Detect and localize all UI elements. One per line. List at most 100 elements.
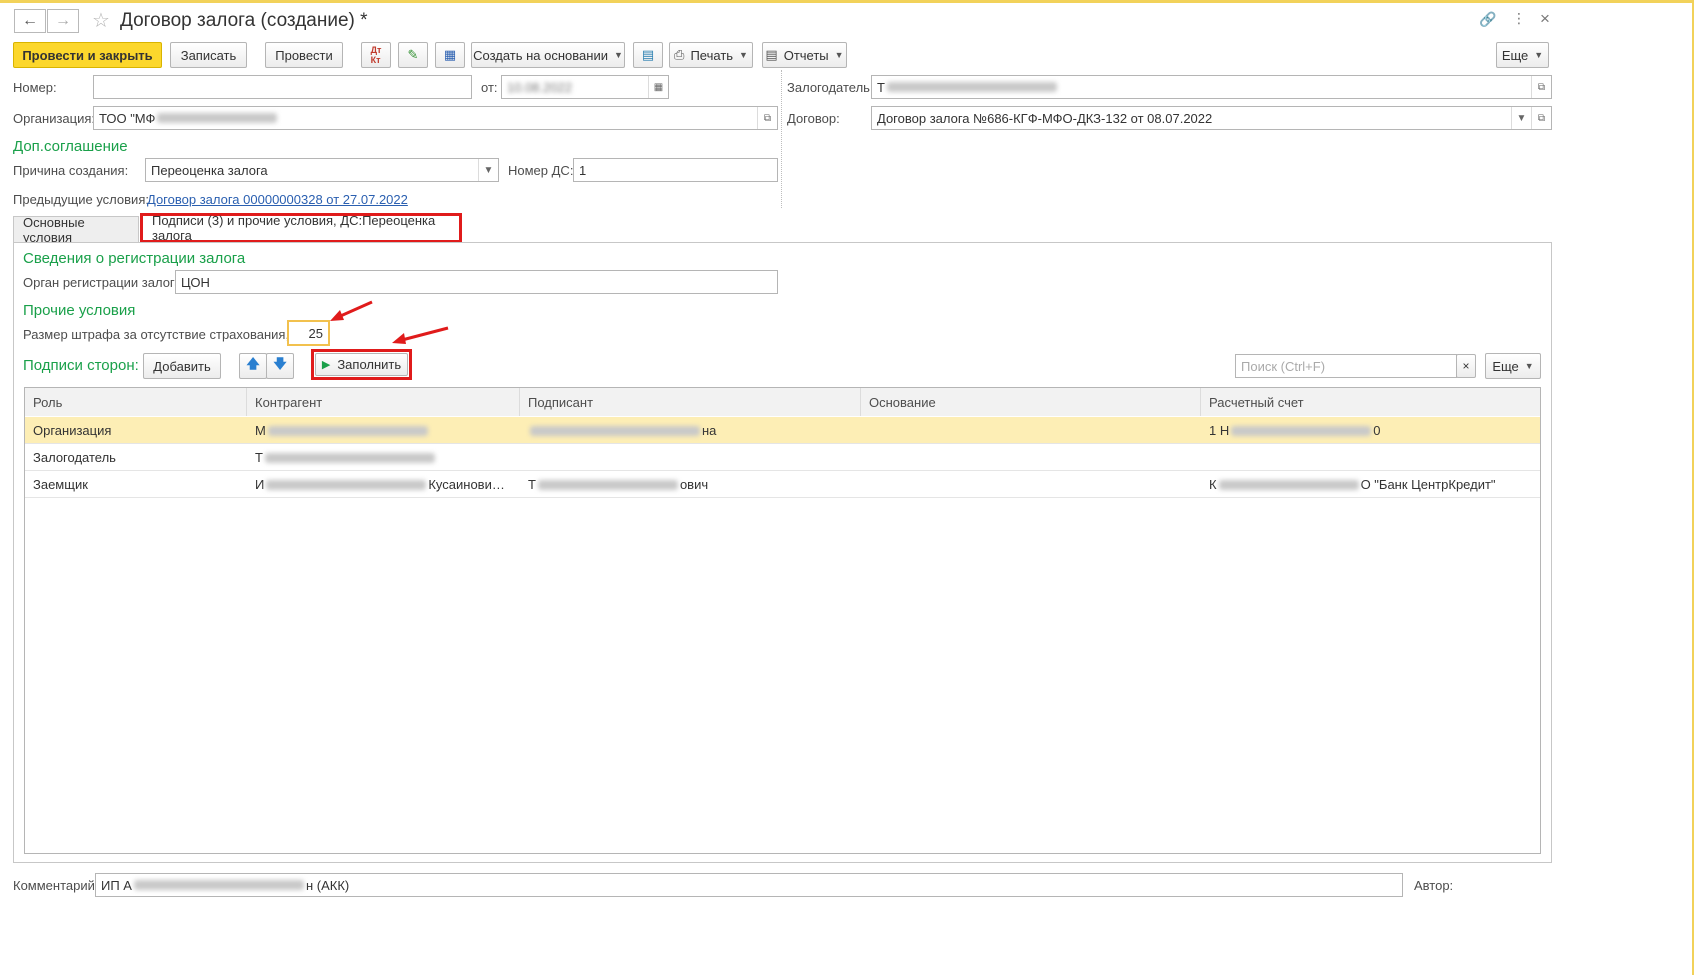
reports-button[interactable]: ▤ Отчеты ▼ <box>762 42 847 68</box>
contract-value: Договор залога №686-КГФ-МФО-ДКЗ-132 от 0… <box>877 110 1213 126</box>
cell-account: 1 Н 0 <box>1201 417 1540 444</box>
annotation-arrows <box>330 300 449 344</box>
search-placeholder: Поиск (Ctrl+F) <box>1241 358 1326 374</box>
redacted-text <box>267 425 428 436</box>
redacted-text <box>1218 479 1359 490</box>
organization-value: ТОО "МФ <box>99 110 156 126</box>
registration-section-title: Сведения о регистрации залога <box>23 250 246 267</box>
column-divider <box>781 70 782 208</box>
column-header-role[interactable]: Роль <box>25 388 247 416</box>
redacted-text <box>266 479 427 490</box>
table-row[interactable]: Залогодатель Т <box>25 444 1540 471</box>
cell-counterparty: М <box>247 417 520 444</box>
arrow-down-icon: 🡇 <box>273 356 287 371</box>
move-down-button[interactable]: 🡇 <box>266 353 294 379</box>
calendar-icon[interactable]: ▦ <box>648 76 668 98</box>
column-header-signer[interactable]: Подписант <box>520 388 861 416</box>
add-signature-button[interactable]: Добавить <box>143 353 221 379</box>
back-button[interactable]: ← <box>14 9 46 33</box>
signatures-more-button[interactable]: Еще ▼ <box>1485 353 1541 379</box>
ds-number-label: Номер ДС: <box>508 163 574 178</box>
more-vertical-icon[interactable]: ⋮ <box>1512 10 1526 27</box>
cell-signer: на <box>520 417 861 444</box>
organization-input[interactable]: ТОО "МФ ⧉ <box>93 106 778 130</box>
column-header-counterparty[interactable]: Контрагент <box>247 388 520 416</box>
edit-button[interactable]: ✎ <box>398 42 428 68</box>
table-row[interactable]: Заемщик И Кусаинови… Тович К О "Банк Центр… <box>25 471 1540 498</box>
close-icon[interactable]: × <box>1540 9 1550 29</box>
report-icon: ▤ <box>765 47 778 62</box>
registration-organ-label: Орган регистрации залога: <box>23 275 186 290</box>
page-title: Договор залога (создание) * <box>120 10 368 31</box>
open-icon[interactable]: ⧉ <box>1531 76 1551 98</box>
cell-counterparty: Т <box>247 444 520 471</box>
create-based-on-button[interactable]: Создать на основании ▼ <box>471 42 625 68</box>
dt-kt-icon: Дт Кт <box>370 45 382 65</box>
ds-number-input[interactable]: 1 <box>573 158 778 182</box>
export-button[interactable]: ▤ <box>633 42 663 68</box>
redacted-text <box>530 425 700 436</box>
cell-counterparty-suffix: Кусаинови… <box>428 477 505 492</box>
link-icon[interactable]: 🔗 <box>1479 11 1496 28</box>
arrow-left-icon: ← <box>22 12 38 29</box>
dt-kt-button[interactable]: Дт Кт <box>361 42 391 68</box>
print-label: Печать <box>690 47 734 63</box>
cell-account: К О "Банк ЦентрКредит" <box>1201 471 1540 498</box>
date-value: 10.08.2022 <box>507 79 573 95</box>
post-button[interactable]: Провести <box>265 42 343 68</box>
window-top-border <box>0 0 1694 3</box>
post-and-close-button[interactable]: Провести и закрыть <box>13 42 162 68</box>
hierarchy-icon: ▦ <box>443 47 457 62</box>
column-header-account[interactable]: Расчетный счет <box>1201 388 1540 416</box>
cell-role: Организация <box>33 423 112 438</box>
prev-conditions-link[interactable]: Договор залога 00000000328 от 27.07.2022 <box>147 192 408 207</box>
number-input[interactable] <box>93 75 472 99</box>
document-export-icon: ▤ <box>641 47 655 62</box>
save-button[interactable]: Записать <box>170 42 247 68</box>
chevron-down-icon: ▼ <box>1524 361 1534 371</box>
contract-input[interactable]: Договор залога №686-КГФ-МФО-ДКЗ-132 от 0… <box>871 106 1552 130</box>
reason-select[interactable]: Переоценка залога ▼ <box>145 158 499 182</box>
signatures-table: Роль Контрагент Подписант Основание Расч… <box>24 387 1541 854</box>
printer-icon: ⎙ <box>674 47 685 62</box>
tab-main-conditions[interactable]: Основные условия <box>13 215 139 245</box>
cell-basis <box>861 471 1201 498</box>
prev-conditions-label: Предыдущие условия: <box>13 192 149 207</box>
redacted-text <box>1231 425 1372 436</box>
registration-organ-input[interactable]: ЦОН <box>175 270 778 294</box>
print-button[interactable]: ⎙ Печать ▼ <box>669 42 753 68</box>
redacted-text <box>537 479 678 490</box>
cell-signer-suffix: ович <box>679 477 709 492</box>
clear-search-button[interactable]: × <box>1456 354 1476 378</box>
date-input[interactable]: 10.08.2022 ▦ <box>501 75 669 99</box>
forward-button[interactable]: → <box>47 9 79 33</box>
arrow-right-icon: → <box>55 12 71 29</box>
tab-signatures-conditions[interactable]: Подписи (3) и прочие условия, ДС:Переоце… <box>140 213 462 243</box>
cell-account-text: 1 Н <box>1209 423 1230 438</box>
move-up-button[interactable]: 🡅 <box>239 353 267 379</box>
column-header-basis[interactable]: Основание <box>861 388 1201 416</box>
more-button[interactable]: Еще ▼ <box>1496 42 1549 68</box>
redacted-text <box>264 452 435 463</box>
chevron-down-icon[interactable]: ▼ <box>1511 107 1531 129</box>
author-label: Автор: <box>1414 878 1454 893</box>
comment-input[interactable]: ИП А н (АКК) <box>95 873 1403 897</box>
search-input[interactable]: Поиск (Ctrl+F) <box>1235 354 1457 378</box>
penalty-input[interactable]: 25 <box>287 320 330 346</box>
addendum-section-title: Доп.соглашение <box>13 138 128 155</box>
cell-signer-text: на <box>702 423 717 438</box>
open-icon[interactable]: ⧉ <box>757 107 777 129</box>
cell-counterparty-text: И <box>255 477 265 492</box>
cell-counterparty-text: М <box>255 423 266 438</box>
pledger-input[interactable]: Т ⧉ <box>871 75 1552 99</box>
contract-label: Договор: <box>787 111 840 126</box>
chevron-down-icon[interactable]: ▼ <box>478 159 498 181</box>
structure-button[interactable]: ▦ <box>435 42 465 68</box>
chevron-down-icon: ▼ <box>739 50 748 60</box>
close-icon: × <box>1462 359 1470 373</box>
more-label: Еще <box>1501 47 1529 63</box>
table-row[interactable]: Организация М на 1 Н 0 <box>25 417 1540 444</box>
open-icon[interactable]: ⧉ <box>1531 107 1551 129</box>
favorite-star-icon[interactable]: ☆ <box>92 8 110 33</box>
fill-button[interactable]: ▶ Заполнить <box>315 353 408 376</box>
